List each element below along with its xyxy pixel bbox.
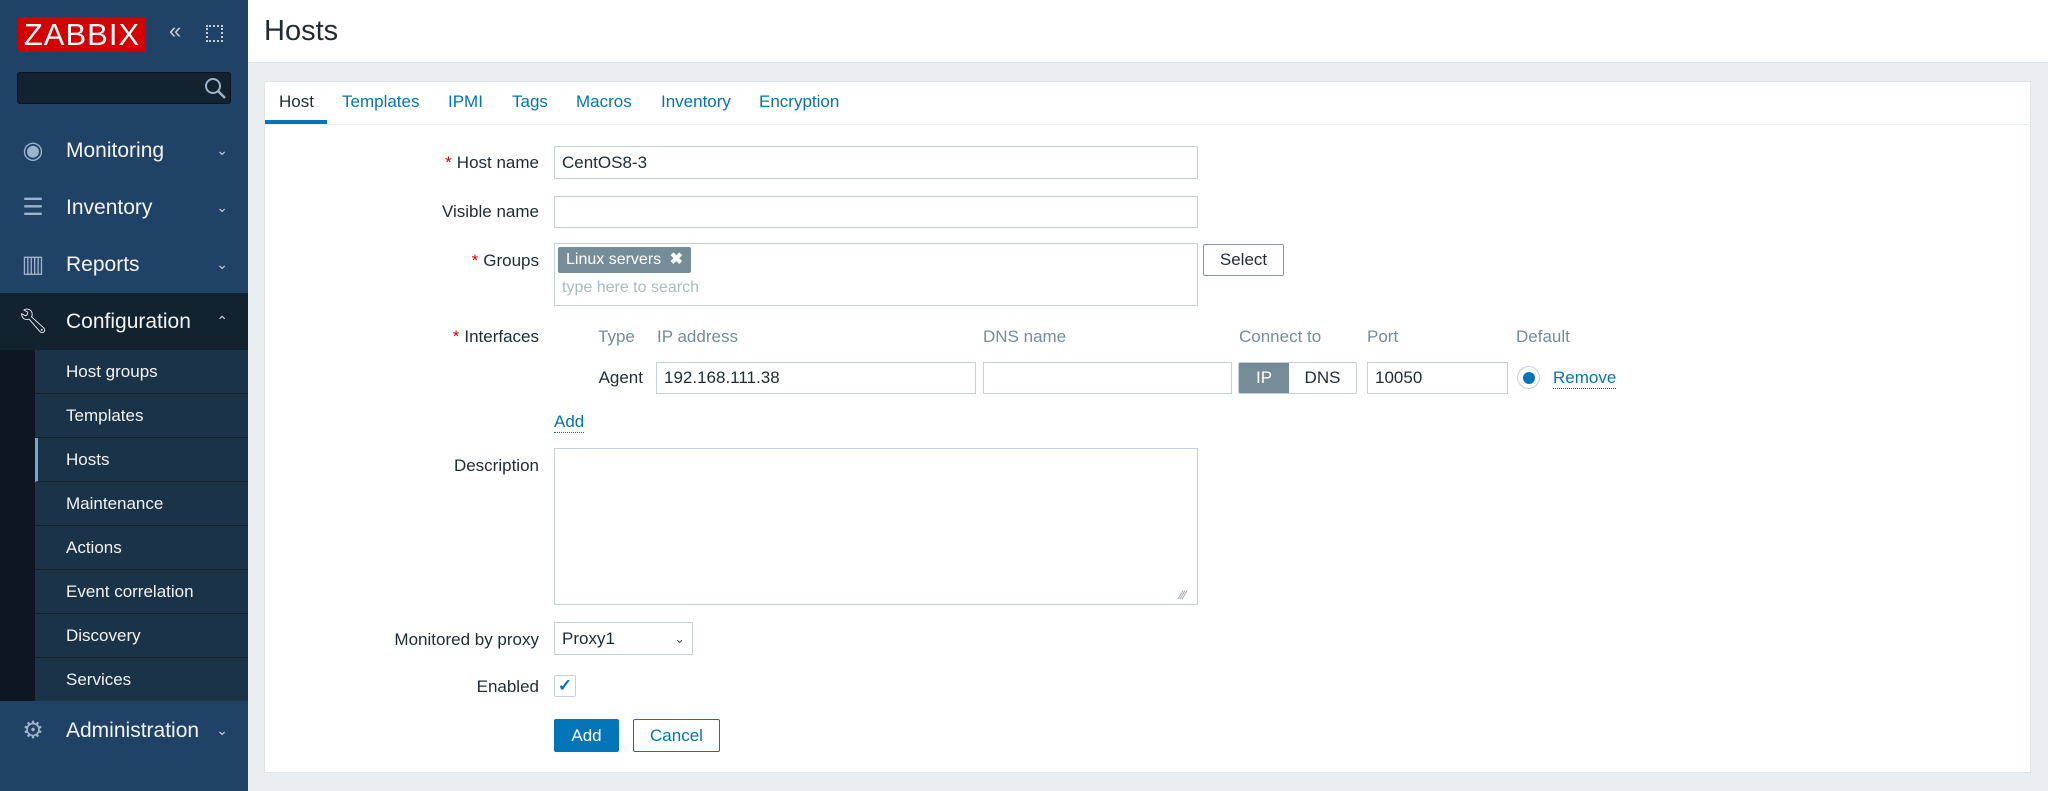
tab-inventory[interactable]: Inventory <box>661 91 731 113</box>
enabled-label: Enabled <box>476 677 539 696</box>
description-label: Description <box>453 456 539 475</box>
default-header: Default <box>1516 327 1570 346</box>
remove-interface-link[interactable]: Remove <box>1553 368 1617 389</box>
groups-search-placeholder[interactable]: type here to search <box>562 279 699 297</box>
menu-label: Administration <box>66 718 200 742</box>
proxy-label: Monitored by proxy <box>394 630 539 649</box>
chevron-down-icon: ⌄ <box>216 256 228 272</box>
submenu-services[interactable]: Services <box>35 658 248 702</box>
bar-chart-icon: ▥ <box>21 251 45 278</box>
menu-label: Reports <box>66 252 140 276</box>
menu-inventory[interactable]: ☰ Inventory ⌄ <box>0 179 248 236</box>
connect-ip-option[interactable]: IP <box>1239 363 1289 393</box>
host-name-input[interactable]: CentOS8-3 <box>554 146 1198 179</box>
tab-encryption[interactable]: Encryption <box>759 91 839 113</box>
submenu-host-groups[interactable]: Host groups <box>35 350 248 394</box>
add-button[interactable]: Add <box>554 719 619 752</box>
chevron-down-icon: ⌄ <box>674 630 685 646</box>
menu-label: Inventory <box>66 195 153 219</box>
select-groups-button[interactable]: Select <box>1203 244 1284 276</box>
search-icon[interactable] <box>203 76 227 100</box>
connect-to-header: Connect to <box>1239 327 1322 346</box>
description-textarea[interactable] <box>554 448 1198 605</box>
collapse-sidebar-icon[interactable]: « <box>169 18 181 44</box>
proxy-select[interactable]: Proxy1 ⌄ <box>554 622 693 655</box>
submenu-templates[interactable]: Templates <box>35 394 248 438</box>
submenu-actions[interactable]: Actions <box>35 526 248 570</box>
menu-configuration[interactable]: 🔧︎ Configuration ⌃ <box>0 293 248 350</box>
remove-tag-icon[interactable]: ✖ <box>670 251 683 268</box>
wrench-icon: 🔧︎ <box>17 308 49 335</box>
submenu-discovery[interactable]: Discovery <box>35 614 248 658</box>
group-tag: Linux servers ✖ <box>558 247 692 273</box>
dns-header: DNS name <box>983 327 1067 346</box>
tab-host[interactable]: Host <box>279 91 314 113</box>
chevron-down-icon: ⌄ <box>216 722 228 738</box>
cancel-button[interactable]: Cancel <box>633 719 720 752</box>
dns-name-input[interactable] <box>983 362 1232 394</box>
host-name-label: * Host name <box>445 153 539 172</box>
enabled-checkbox[interactable]: ✓ <box>554 675 576 697</box>
kiosk-mode-icon[interactable] <box>206 25 223 42</box>
resize-handle-icon[interactable]: ⁄⁄⁄ <box>1180 588 1186 602</box>
submenu-indent <box>0 350 35 701</box>
connect-to-toggle: IP DNS <box>1238 362 1357 394</box>
chevron-up-icon: ⌃ <box>216 313 228 329</box>
tab-divider <box>264 124 2031 125</box>
menu-monitoring[interactable]: ◉ Monitoring ⌄ <box>0 122 248 179</box>
visible-name-input[interactable] <box>554 196 1198 228</box>
proxy-selected-value: Proxy1 <box>562 628 615 648</box>
menu-label: Configuration <box>66 309 191 333</box>
add-interface-link[interactable]: Add <box>554 412 585 433</box>
interfaces-label: * Interfaces <box>452 327 539 346</box>
groups-label: * Groups <box>471 251 539 270</box>
tab-ipmi[interactable]: IPMI <box>448 91 483 113</box>
connect-dns-option[interactable]: DNS <box>1289 363 1356 393</box>
chevron-down-icon: ⌄ <box>216 199 228 215</box>
zabbix-logo[interactable]: ZABBIX <box>18 17 146 52</box>
menu-reports[interactable]: ▥ Reports ⌄ <box>0 236 248 293</box>
submenu-hosts[interactable]: Hosts <box>35 438 248 482</box>
tab-templates[interactable]: Templates <box>342 91 419 113</box>
chevron-down-icon: ⌄ <box>216 142 228 158</box>
page-header <box>248 0 2048 63</box>
page-title: Hosts <box>264 15 339 47</box>
host-form-panel <box>264 81 2031 773</box>
port-input[interactable]: 10050 <box>1367 362 1508 394</box>
tab-macros[interactable]: Macros <box>576 91 632 113</box>
ip-header: IP address <box>657 327 738 346</box>
active-tab-indicator <box>265 120 327 124</box>
submenu-event-correlation[interactable]: Event correlation <box>35 570 248 614</box>
menu-administration[interactable]: ⚙ Administration ⌄ <box>0 702 248 759</box>
visible-name-label: Visible name <box>441 202 539 221</box>
list-icon: ☰ <box>22 194 44 221</box>
type-header: Type <box>598 327 635 346</box>
tab-tags[interactable]: Tags <box>512 91 548 113</box>
gear-icon: ⚙ <box>22 717 44 744</box>
default-interface-radio[interactable] <box>1517 366 1540 389</box>
port-header: Port <box>1367 327 1399 346</box>
sidebar-search-input[interactable] <box>17 72 231 104</box>
submenu-maintenance[interactable]: Maintenance <box>35 482 248 526</box>
eye-icon: ◉ <box>22 137 44 164</box>
menu-label: Monitoring <box>66 138 165 162</box>
interface-type: Agent <box>598 368 643 387</box>
ip-address-input[interactable]: 192.168.111.38 <box>656 362 976 394</box>
